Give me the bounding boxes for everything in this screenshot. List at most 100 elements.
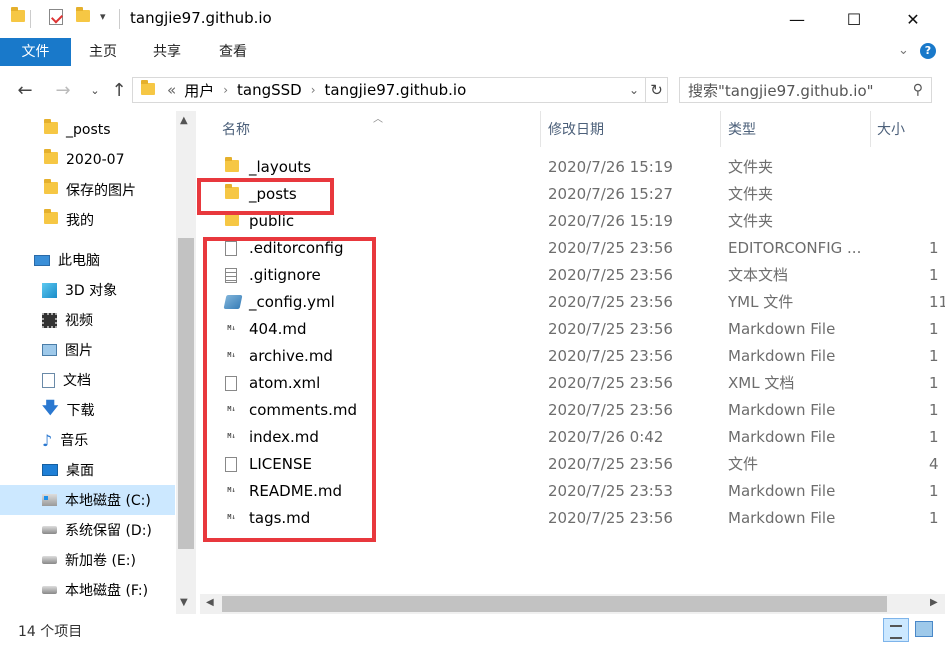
music-icon: ♪ [42,430,53,450]
file-type: Markdown File [728,401,836,419]
search-input[interactable]: 搜索"tangjie97.github.io" ⚲ [679,77,932,103]
details-view-icon [890,625,902,639]
folder-icon [44,149,58,168]
3d-objects-icon [42,282,57,298]
tab-home[interactable]: 主页 [76,38,130,66]
file-date: 2020/7/25 23:56 [548,266,673,284]
file-size: 11 [929,293,945,311]
nav-label: 图片 [65,343,93,359]
file-date: 2020/7/25 23:53 [548,482,673,500]
file-date: 2020/7/26 15:27 [548,185,673,203]
file-date: 2020/7/25 23:56 [548,293,673,311]
new-folder-icon[interactable] [76,7,90,24]
scroll-up-icon[interactable]: ▲ [180,115,188,126]
column-header-size[interactable]: 大小 [877,111,905,147]
file-size: 1 [929,428,939,446]
folder-icon [44,119,58,138]
search-placeholder: 搜索"tangjie97.github.io" [688,81,874,100]
file-type: Markdown File [728,320,836,338]
nav-item-drive-c[interactable]: 本地磁盘 (C:) [0,485,175,515]
file-date: 2020/7/26 15:19 [548,158,673,176]
divider [30,10,31,28]
drive-c-icon [42,494,57,506]
nav-scrollbar[interactable]: ▲ ▼ [176,111,196,614]
tab-view[interactable]: 查看 [206,38,260,66]
column-divider[interactable] [540,111,541,147]
scroll-down-icon[interactable]: ▼ [180,597,188,608]
folder-icon [225,211,239,230]
nav-label: 3D 对象 [65,283,118,299]
highlight-box-posts [197,178,334,215]
tab-share[interactable]: 共享 [140,38,194,66]
nav-label: 新加卷 (E:) [65,553,136,569]
file-row[interactable]: _layouts 2020/7/26 15:19 文件夹 [200,154,945,181]
address-dropdown-icon[interactable]: ⌄ [629,83,639,97]
breadcrumb-users[interactable]: 用户 [184,80,214,101]
column-header-type[interactable]: 类型 [728,111,756,147]
nav-label: 我的 [66,213,94,229]
drive-icon [42,556,57,564]
nav-scroll-thumb[interactable] [178,238,194,549]
nav-label: 此电脑 [58,253,100,269]
scroll-right-icon[interactable]: ▶ [930,597,938,608]
expand-ribbon-icon[interactable]: ⌄ [898,43,909,58]
nav-label: 本地磁盘 (C:) [65,493,151,509]
file-type: 文件夹 [728,212,774,230]
file-size: 4 [929,455,939,473]
drive-icon [42,526,57,534]
file-date: 2020/7/25 23:56 [548,455,673,473]
breadcrumb-current[interactable]: tangjie97.github.io [325,81,467,99]
file-size: 1 [929,347,939,365]
breadcrumb-tangssd[interactable]: tangSSD [237,81,302,99]
computer-icon [34,254,50,266]
file-date: 2020/7/25 23:56 [548,320,673,338]
divider [119,9,120,29]
nav-label: 本地磁盘 (F:) [65,583,149,599]
minimize-button[interactable]: — [774,0,820,38]
search-icon[interactable]: ⚲ [913,82,923,98]
address-bar[interactable]: « 用户 › tangSSD › tangjie97.github.io ⌄ [132,77,646,103]
folder-icon [11,7,25,24]
large-icons-view-button[interactable] [915,621,933,637]
file-date: 2020/7/25 23:56 [548,239,673,257]
column-divider[interactable] [870,111,871,147]
chevron-right-icon[interactable]: › [223,83,228,97]
file-date: 2020/7/26 15:19 [548,212,673,230]
file-type: Markdown File [728,428,836,446]
nav-label: 下载 [66,403,95,419]
file-type: 文件夹 [728,185,774,203]
help-icon[interactable]: ? [920,43,936,59]
tab-file[interactable]: 文件 [0,38,71,66]
forward-button[interactable]: → [52,78,74,102]
file-size: 1 [929,239,939,257]
up-button[interactable]: ↑ [108,78,130,102]
nav-label: _posts [66,122,111,138]
horizontal-scroll-thumb[interactable] [222,596,887,612]
file-size: 1 [929,266,939,284]
nav-label: 2020-07 [66,152,125,168]
scroll-left-icon[interactable]: ◀ [206,597,214,608]
file-type: XML 文档 [728,374,795,392]
column-header-name[interactable]: 名称 [222,111,250,147]
file-size: 1 [929,320,939,338]
recent-locations-icon[interactable]: ⌄ [84,78,106,102]
close-button[interactable]: ✕ [890,0,936,38]
file-type: Markdown File [728,509,836,527]
maximize-button[interactable]: ☐ [831,0,877,38]
breadcrumb-overflow[interactable]: « [167,81,176,99]
customize-quick-access-icon[interactable]: ▾ [100,10,106,23]
properties-icon[interactable] [49,9,64,25]
horizontal-scrollbar[interactable]: ◀ ▶ [200,594,945,614]
file-type: EDITORCONFIG ... [728,239,862,257]
nav-label: 保存的图片 [66,183,136,199]
nav-label: 音乐 [60,433,89,449]
file-date: 2020/7/25 23:56 [548,374,673,392]
column-header-date[interactable]: 修改日期 [548,111,604,147]
back-button[interactable]: ← [14,78,36,102]
column-divider[interactable] [720,111,721,147]
file-name: _layouts [249,158,312,176]
status-bar: 14 个项目 [0,615,945,645]
details-view-button[interactable] [883,618,909,642]
refresh-button[interactable]: ↻ [646,77,668,103]
chevron-right-icon[interactable]: › [311,83,316,97]
